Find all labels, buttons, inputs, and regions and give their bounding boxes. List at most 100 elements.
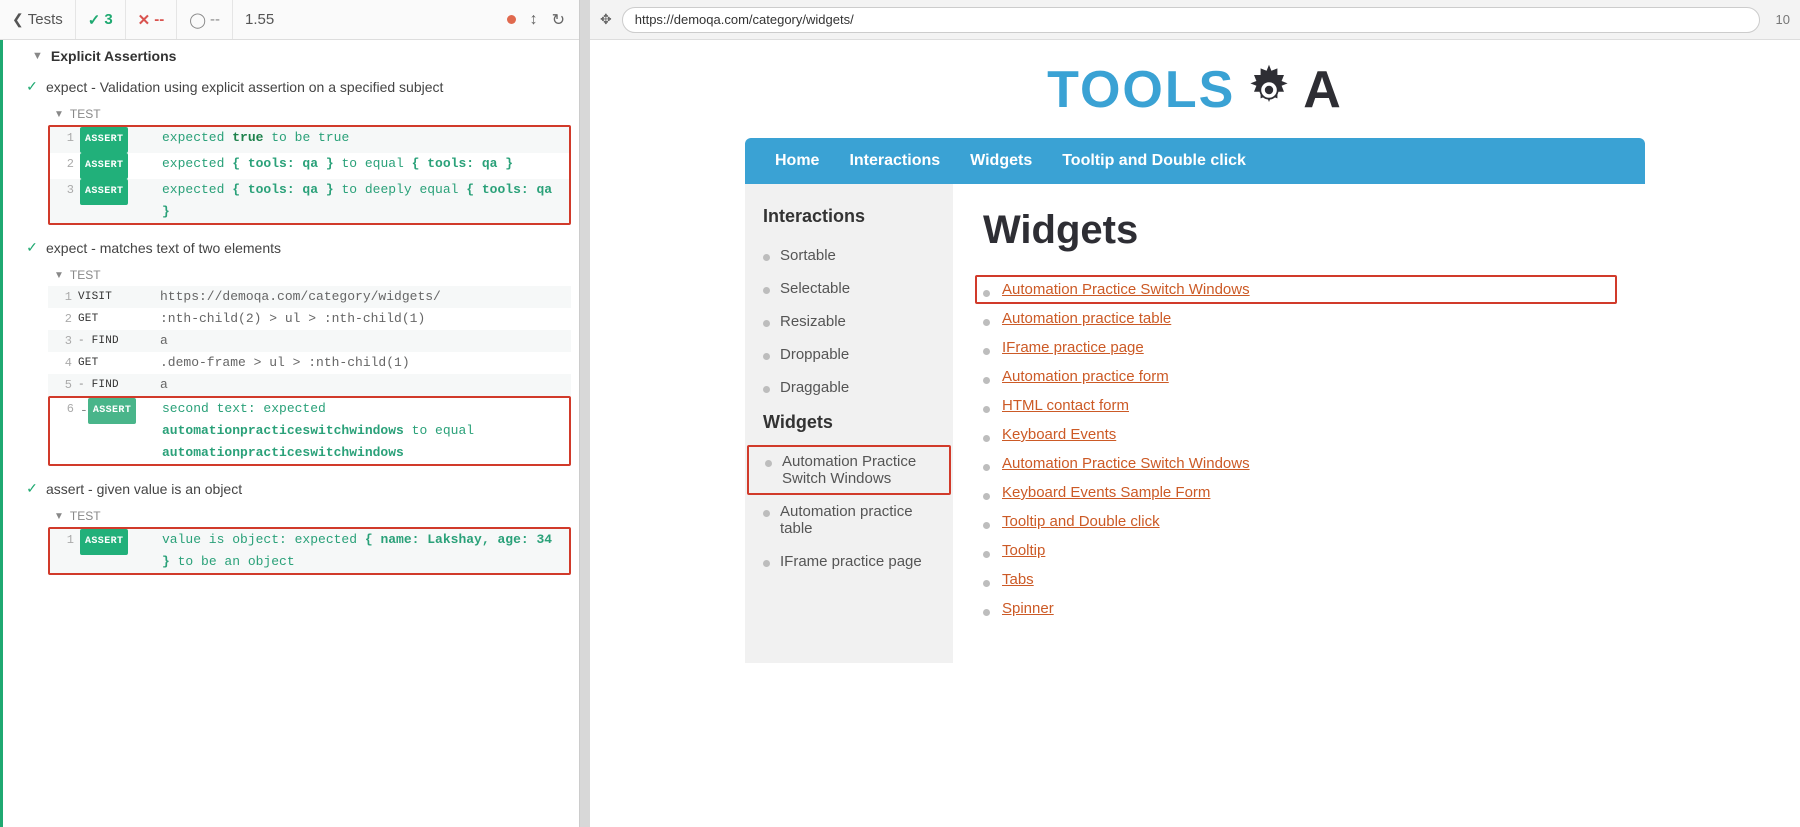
command-name-cell: ASSERT [80,127,162,153]
bullet-icon [763,254,770,261]
test-body-header[interactable]: ▼TEST [48,103,571,125]
nav-link[interactable]: Home [775,152,819,170]
list-item: Keyboard Events [983,420,1617,449]
test-title-row[interactable]: ✓assert - given value is an object [0,474,579,503]
widget-link[interactable]: Tabs [1002,571,1034,588]
widget-link[interactable]: Automation Practice Switch Windows [1002,455,1250,472]
list-item: IFrame practice page [983,333,1617,362]
command-row[interactable]: 3FINDa [48,330,571,352]
sidebar-item[interactable]: Selectable [745,272,953,305]
sidebar-item[interactable]: Sortable [745,239,953,272]
back-to-tests-button[interactable]: ❮ Tests [0,0,76,39]
pane-resizer[interactable] [580,0,590,827]
main-nav: Home Interactions Widgets Tooltip and Doubl… [745,138,1645,184]
aut-toolbar: ✥ https://demoqa.com/category/widgets/ 1… [590,0,1800,40]
url-bar[interactable]: https://demoqa.com/category/widgets/ [622,7,1760,33]
test-title-row[interactable]: ✓expect - matches text of two elements [0,233,579,262]
command-message: https://demoqa.com/category/widgets/ [160,286,565,308]
stats-passed: ✓ 3 [76,0,126,39]
test-body: ▼TEST1ASSERTvalue is object: expected { … [48,505,571,575]
sidebar-item-label: Automation Practice Switch Windows [782,453,933,487]
test-title: expect - Validation using explicit asser… [46,79,443,95]
bullet-icon [983,348,990,355]
sidebar-item[interactable]: Draggable [745,371,953,404]
sidebar-item[interactable]: Automation practice table [745,495,953,545]
chevron-left-icon: ❮ [12,11,24,28]
widget-link[interactable]: Tooltip and Double click [1002,513,1160,530]
command-name-cell: - ASSERT [80,398,162,424]
sidebar-item[interactable]: Resizable [745,305,953,338]
bullet-icon [763,320,770,327]
command-row[interactable]: 1ASSERTvalue is object: expected { name:… [50,529,569,573]
command-row[interactable]: 2ASSERTexpected { tools: qa } to equal {… [50,153,569,179]
widget-link[interactable]: Automation practice table [1002,310,1171,327]
widget-link[interactable]: Keyboard Events Sample Form [1002,484,1210,501]
widget-link[interactable]: Keyboard Events [1002,426,1116,443]
command-message: value is object: expected { name: Laksha… [162,529,563,573]
highlighted-body: 1ASSERTvalue is object: expected { name:… [48,527,571,575]
line-number: 5 [54,374,72,396]
command-row[interactable]: 6- ASSERTsecond text: expected automatio… [50,398,569,464]
command-row[interactable]: 3ASSERTexpected { tools: qa } to deeply … [50,179,569,223]
rerun-button[interactable]: ↻ [552,10,565,30]
list-item: Tooltip [983,536,1617,565]
assert-badge: ASSERT [80,179,128,205]
list-item: Tooltip and Double click [983,507,1617,536]
check-icon: ✓ [26,78,38,95]
command-name: GET [78,308,98,330]
widget-link[interactable]: Automation Practice Switch Windows [1002,281,1250,298]
command-row[interactable]: 1ASSERTexpected true to be true [50,127,569,153]
highlighted-command: 6- ASSERTsecond text: expected automatio… [48,396,571,466]
selector-playground-button[interactable]: ✥ [600,11,612,28]
site-logo[interactable]: TOOLS A [745,40,1645,138]
nav-link[interactable]: Interactions [849,152,940,170]
sidebar-item[interactable]: Droppable [745,338,953,371]
nav-link[interactable]: Tooltip and Double click [1062,152,1246,170]
list-item: Tabs [983,565,1617,594]
test-body-header[interactable]: ▼TEST [48,264,571,286]
list-item: Automation Practice Switch Windows [983,449,1617,478]
command-log[interactable]: ▼ Explicit Assertions ✓ expect - Validati… [0,40,579,827]
test-label: TEST [70,107,101,121]
line-number: 4 [54,352,72,374]
stats-pending: ◯ -- [177,0,233,39]
sidebar-item[interactable]: IFrame practice page [745,545,953,578]
command-row[interactable]: 1VISIThttps://demoqa.com/category/widget… [48,286,571,308]
widget-link-list: Automation Practice Switch Windows Automa… [983,275,1617,623]
list-item: Automation practice form [983,362,1617,391]
fail-count: -- [154,11,164,28]
test-body-header[interactable]: ▼TEST [48,505,571,527]
bullet-icon [983,580,990,587]
spec-title-row[interactable]: ▼ Explicit Assertions [0,40,579,72]
logo-text-2: A [1303,60,1343,120]
widget-link[interactable]: IFrame practice page [1002,339,1144,356]
command-row[interactable]: 4GET.demo-frame > ul > :nth-child(1) [48,352,571,374]
widget-link[interactable]: Spinner [1002,600,1054,617]
sidebar-item[interactable]: Automation Practice Switch Windows [747,445,951,495]
test-title-row[interactable]: ✓ expect - Validation using explicit asse… [0,72,579,101]
assert-badge: ASSERT [80,153,128,179]
widget-link[interactable]: Automation practice form [1002,368,1169,385]
list-item: Automation Practice Switch Windows [975,275,1617,304]
line-number: 3 [56,179,74,201]
command-row[interactable]: 5FINDa [48,374,571,396]
command-message: a [160,374,565,396]
command-name-cell: ASSERT [80,529,162,555]
aut-iframe[interactable]: TOOLS A Home Interactions Widgets Tooltip a… [590,40,1800,827]
command-row[interactable]: 2GET:nth-child(2) > ul > :nth-child(1) [48,308,571,330]
stats-failed: ✕ -- [126,0,178,39]
sidebar-heading: Widgets [745,404,953,445]
bullet-icon [983,406,990,413]
spec-edge-indicator [0,40,3,827]
line-number: 2 [54,308,72,330]
nav-link[interactable]: Widgets [970,152,1032,170]
widget-link[interactable]: HTML contact form [1002,397,1129,414]
assert-badge: ASSERT [88,398,136,424]
toggle-auto-scroll-button[interactable] [530,11,538,29]
logo-text-1: TOOLS [1047,60,1235,120]
command-name-cell: FIND [78,330,160,352]
check-icon: ✓ [26,480,38,497]
widget-link[interactable]: Tooltip [1002,542,1045,559]
bullet-icon [983,290,990,297]
pending-count: -- [210,11,220,28]
